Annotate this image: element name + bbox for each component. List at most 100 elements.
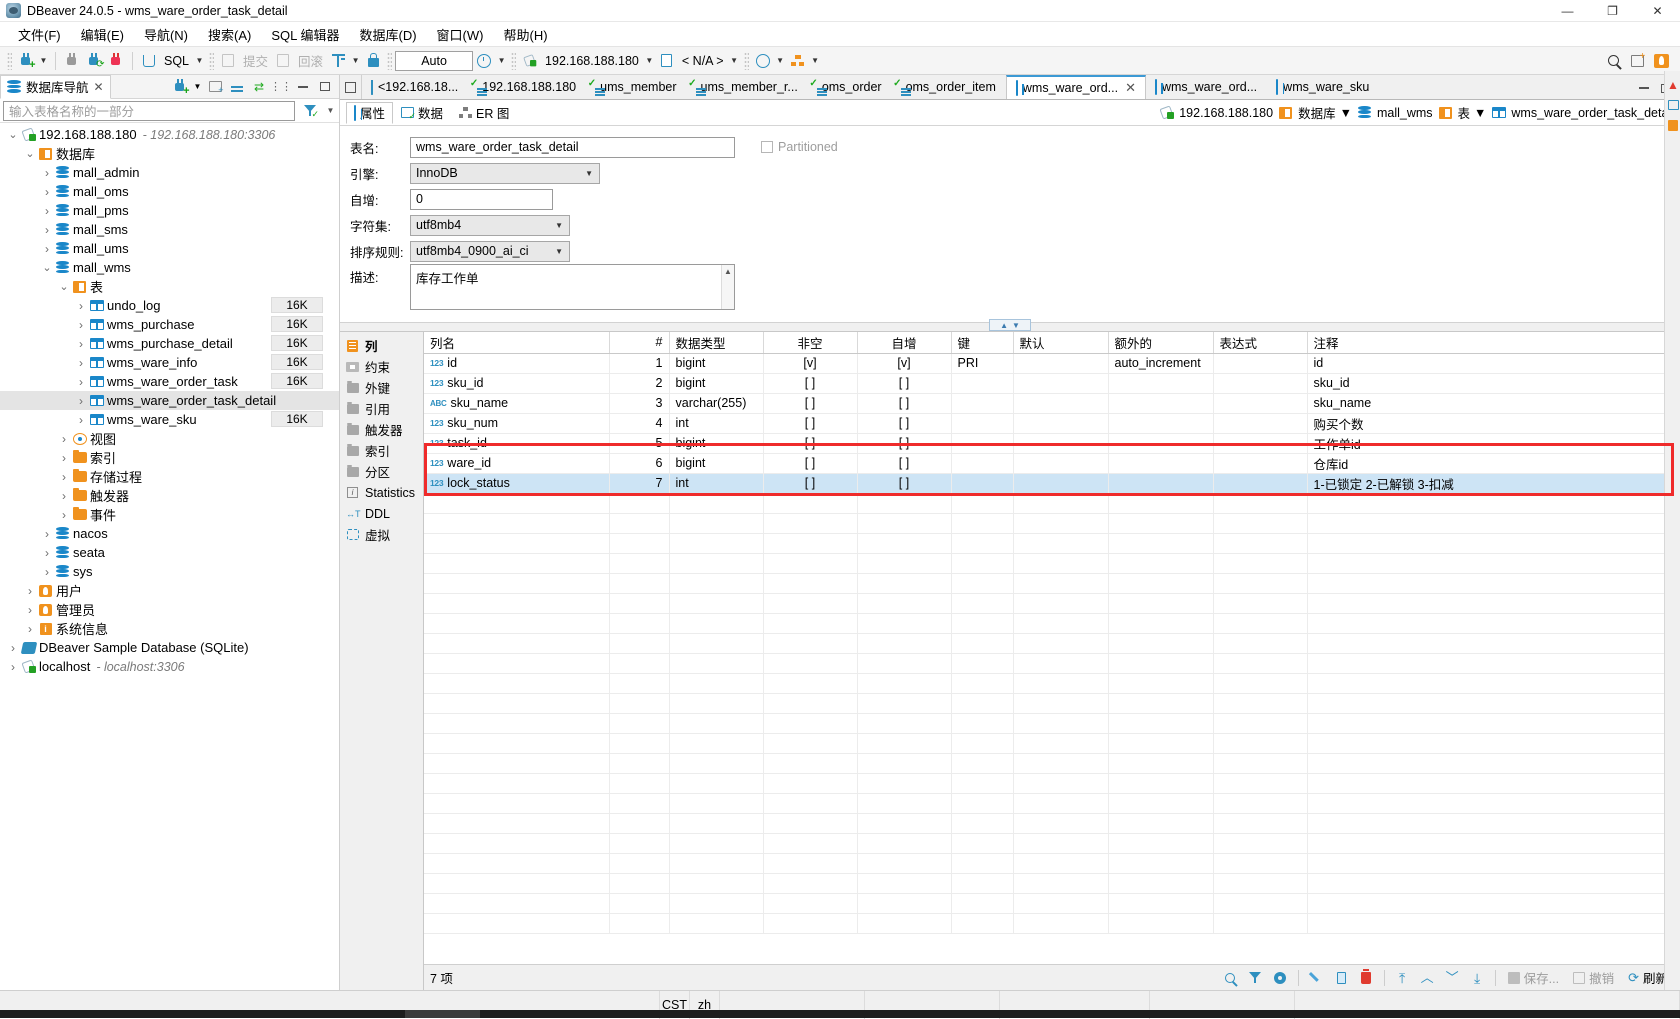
cell-comment[interactable]: 购买个数: [1307, 413, 1680, 434]
tree-node[interactable]: ⌄ 表: [0, 277, 339, 296]
scroll-up-icon[interactable]: ▲: [721, 265, 734, 309]
side-tab-columns[interactable]: 列: [340, 335, 423, 356]
panel-splitter[interactable]: ▲ ▼: [340, 319, 1680, 331]
tree-node[interactable]: › mall_admin: [0, 163, 339, 182]
minimize-editor-icon[interactable]: [1634, 77, 1654, 99]
cell-default[interactable]: [1013, 413, 1109, 434]
tree-twisty-icon[interactable]: ›: [40, 204, 54, 218]
tab-database-navigator[interactable]: 数据库导航 ✕: [0, 74, 111, 99]
table-row[interactable]: 123 task_id 5 bigint[ ][ ] 工作单id: [424, 433, 1680, 454]
tree-twisty-icon[interactable]: ›: [74, 337, 88, 351]
cell-autoinc[interactable]: [ ]: [857, 413, 952, 434]
cell-notnull[interactable]: [ ]: [763, 393, 858, 414]
tree-node[interactable]: › 管理员: [0, 600, 339, 619]
cell-name[interactable]: 123 ware_id: [424, 453, 610, 474]
cell-expression[interactable]: [1213, 373, 1308, 394]
tree-twisty-icon[interactable]: ›: [23, 584, 37, 598]
cell-key[interactable]: [951, 373, 1014, 394]
editor-tab-3[interactable]: ✓ ums_member_r...: [687, 75, 808, 99]
cell-notnull[interactable]: [ ]: [763, 373, 858, 394]
cell-autoinc[interactable]: [ ]: [857, 393, 952, 414]
move-up-icon[interactable]: ︿: [1416, 967, 1439, 989]
cell-num[interactable]: 4: [609, 413, 670, 434]
cell-notnull[interactable]: [ ]: [763, 433, 858, 454]
cell-expression[interactable]: [1213, 433, 1308, 454]
cell-type[interactable]: int: [669, 473, 764, 494]
maximize-panel-icon[interactable]: [315, 77, 335, 97]
side-tab-partitions[interactable]: 分区: [340, 461, 423, 482]
cell-extra[interactable]: [1108, 373, 1214, 394]
tree-twisty-icon[interactable]: ›: [57, 489, 71, 503]
move-to-bottom-icon[interactable]: ⤓: [1466, 967, 1489, 989]
edit-icon[interactable]: [1305, 967, 1328, 989]
history-dropdown-icon[interactable]: ▼: [495, 50, 508, 72]
tree-node[interactable]: › wms_purchase_detail 16K: [0, 334, 339, 353]
cell-num[interactable]: 5: [609, 433, 670, 454]
new-connection-dropdown-icon[interactable]: ▼: [192, 77, 203, 97]
new-connection-dropdown-icon[interactable]: ▼: [37, 50, 50, 72]
cell-key[interactable]: [951, 393, 1014, 414]
tree-node[interactable]: › wms_ware_info 16K: [0, 353, 339, 372]
tree-node[interactable]: › seata: [0, 543, 339, 562]
cell-default[interactable]: [1013, 373, 1109, 394]
cell-num[interactable]: 7: [609, 473, 670, 494]
cell-autoinc[interactable]: [v]: [857, 353, 952, 374]
collapse-up-icon[interactable]: ▲: [1000, 321, 1008, 330]
tree-twisty-icon[interactable]: ›: [40, 166, 54, 180]
cell-type[interactable]: bigint: [669, 433, 764, 454]
tree-node[interactable]: › mall_ums: [0, 239, 339, 258]
tree-node[interactable]: › i 系统信息: [0, 619, 339, 638]
er-dropdown-icon[interactable]: ▼: [809, 50, 822, 72]
tree-twisty-icon[interactable]: ›: [57, 508, 71, 522]
cell-extra[interactable]: [1108, 413, 1214, 434]
table-row[interactable]: 123 id 1 bigint [v] [v] PRI auto_increment id: [424, 353, 1680, 374]
calendar-icon[interactable]: [1665, 95, 1680, 115]
table-row[interactable]: 123 sku_id 2 bigint[ ][ ] sku_id: [424, 373, 1680, 394]
toolbar-grip[interactable]: [7, 51, 12, 70]
tree-twisty-icon[interactable]: ›: [6, 641, 20, 655]
tab-data[interactable]: ✓ 数据: [393, 102, 451, 124]
cell-autoinc[interactable]: [ ]: [857, 473, 952, 494]
cell-default[interactable]: [1013, 433, 1109, 454]
chevron-down-icon[interactable]: ▼: [1474, 106, 1486, 120]
collapse-down-icon[interactable]: ▼: [1012, 321, 1020, 330]
tree-twisty-icon[interactable]: ›: [40, 527, 54, 541]
cell-type[interactable]: bigint: [669, 373, 764, 394]
cell-notnull[interactable]: [ ]: [763, 413, 858, 434]
cell-key[interactable]: [951, 433, 1014, 454]
sql-dropdown-icon[interactable]: ▼: [193, 50, 206, 72]
filter-icon[interactable]: ✓: [298, 101, 322, 121]
cell-num[interactable]: 1: [609, 353, 670, 374]
side-tab-statistics[interactable]: i Statistics: [340, 482, 423, 503]
tree-node[interactable]: › localhost - localhost:3306: [0, 657, 339, 676]
tree-twisty-icon[interactable]: ›: [40, 565, 54, 579]
tree-node[interactable]: › wms_purchase 16K: [0, 315, 339, 334]
save-button[interactable]: 保存...: [1502, 968, 1565, 987]
cell-extra[interactable]: [1108, 393, 1214, 414]
user-avatar-icon[interactable]: [1650, 50, 1672, 72]
cell-notnull[interactable]: [ ]: [763, 473, 858, 494]
breadcrumb-item-2[interactable]: mall_wms: [1356, 106, 1433, 120]
editor-tab-8[interactable]: wms_ware_sku: [1267, 75, 1379, 99]
minimize-button[interactable]: —: [1545, 0, 1590, 22]
column-header-type[interactable]: 数据类型: [669, 332, 764, 354]
tree-twisty-icon[interactable]: ⌄: [23, 147, 37, 160]
cell-extra[interactable]: [1108, 473, 1214, 494]
engine-select[interactable]: InnoDB ▼: [410, 162, 600, 184]
auto-increment-input[interactable]: 0: [410, 188, 553, 210]
tree-node[interactable]: › mall_oms: [0, 182, 339, 201]
menu-item-search[interactable]: 搜索(A): [198, 23, 261, 46]
tree-node[interactable]: › undo_log 16K: [0, 296, 339, 315]
minimize-panel-icon[interactable]: [293, 77, 313, 97]
column-header-expression[interactable]: 表达式: [1213, 332, 1308, 354]
tree-twisty-icon[interactable]: ›: [57, 432, 71, 446]
cell-autoinc[interactable]: [ ]: [857, 453, 952, 474]
editor-tab-2[interactable]: ✓ ums_member: [586, 75, 686, 99]
cell-name[interactable]: 123 task_id: [424, 433, 610, 454]
menu-item-window[interactable]: 窗口(W): [427, 23, 494, 46]
breadcrumb-item-1[interactable]: 数据库: [1277, 103, 1336, 122]
tree-twisty-icon[interactable]: ›: [74, 375, 88, 389]
cell-comment[interactable]: sku_id: [1307, 373, 1680, 394]
close-icon[interactable]: ✕: [94, 80, 104, 94]
tree-node[interactable]: › 事件: [0, 505, 339, 524]
